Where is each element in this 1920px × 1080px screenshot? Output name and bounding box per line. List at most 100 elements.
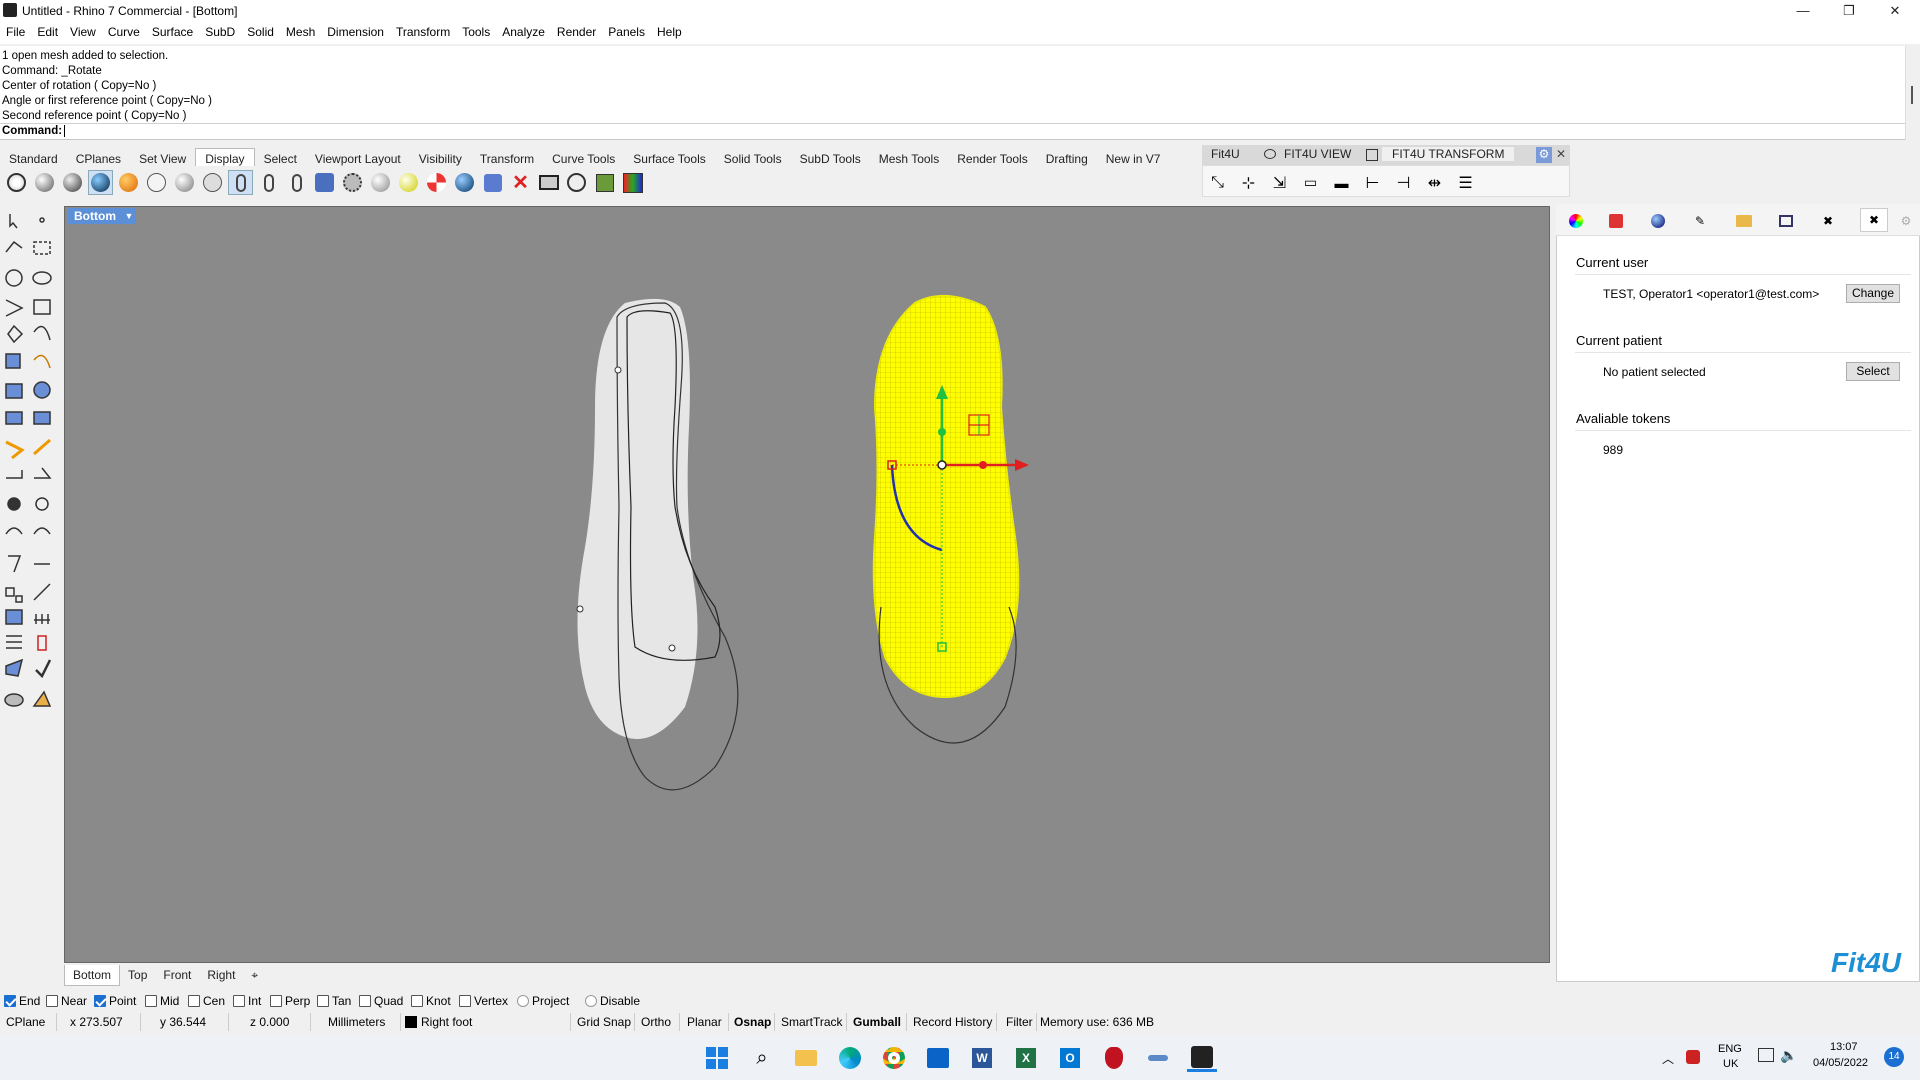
light-icon[interactable] (480, 170, 505, 195)
menu-analyze[interactable]: Analyze (496, 22, 551, 39)
shaded-sphere-icon[interactable] (32, 170, 57, 195)
osnap-tan[interactable]: Tan (317, 994, 351, 1008)
align-left-icon[interactable]: ⊢ (1360, 170, 1385, 195)
display-icon[interactable] (1776, 212, 1796, 230)
technical-icon[interactable] (144, 170, 169, 195)
menu-tools[interactable]: Tools (456, 22, 496, 39)
flip-icon[interactable]: ▬ (1329, 170, 1354, 195)
menu-edit[interactable]: Edit (31, 22, 64, 39)
tab-fit4u-transform[interactable]: FIT4U TRANSFORM (1382, 147, 1515, 161)
osnap-toggle[interactable]: Osnap (734, 1015, 771, 1029)
checkbox[interactable] (233, 995, 245, 1007)
arctic-icon[interactable] (228, 170, 253, 195)
maximize-button[interactable]: ❐ (1826, 0, 1872, 22)
security-app-icon[interactable] (1099, 1044, 1129, 1072)
gear-icon[interactable]: ⚙ (1896, 212, 1916, 230)
environment-icon[interactable] (452, 170, 477, 195)
layers-icon[interactable] (1606, 212, 1626, 230)
monitor-icon[interactable] (1758, 1048, 1774, 1062)
osnap-perp[interactable]: Perp (270, 994, 310, 1008)
osnap-disable[interactable]: Disable (585, 994, 640, 1008)
checkbox[interactable] (585, 995, 597, 1007)
gear-icon[interactable]: ⚙ (1536, 147, 1552, 163)
close-button[interactable]: ✕ (1872, 0, 1918, 22)
clipping-plane-icon[interactable] (424, 170, 449, 195)
viewport-bottom[interactable] (64, 206, 1550, 963)
outlook-mail-icon[interactable]: O (1055, 1044, 1085, 1072)
checkbox[interactable] (359, 995, 371, 1007)
excel-icon[interactable]: X (1011, 1044, 1041, 1072)
add-viewport-tab-icon[interactable]: ⌖ (243, 965, 266, 986)
osnap-knot[interactable]: Knot (411, 994, 451, 1008)
speaker-icon[interactable]: 🔈 (1780, 1047, 1797, 1064)
edge-icon[interactable] (835, 1044, 865, 1072)
units-label[interactable]: Millimeters (328, 1015, 385, 1029)
change-user-button[interactable]: Change (1846, 284, 1900, 303)
outlook-icon[interactable] (923, 1044, 953, 1072)
align-right-icon[interactable]: ⊣ (1391, 170, 1416, 195)
checkbox[interactable] (94, 995, 106, 1007)
mesh-sphere-icon[interactable] (340, 170, 365, 195)
artistic-icon[interactable] (172, 170, 197, 195)
viewport-tab-front[interactable]: Front (155, 965, 199, 985)
record-history-toggle[interactable]: Record History (913, 1015, 992, 1029)
smarttrack-toggle[interactable]: SmartTrack (781, 1015, 843, 1029)
xray-sphere-icon[interactable] (116, 170, 141, 195)
tab-transform[interactable]: Transform (471, 149, 543, 166)
viewport-tab-bottom[interactable]: Bottom (64, 965, 121, 986)
menu-surface[interactable]: Surface (146, 22, 199, 39)
tab-new-in-v7[interactable]: New in V7 (1097, 149, 1170, 166)
search-icon[interactable]: ⌕ (747, 1044, 777, 1072)
menu-curve[interactable]: Curve (102, 22, 146, 39)
file-explorer-icon[interactable] (791, 1044, 821, 1072)
menu-panels[interactable]: Panels (602, 22, 651, 39)
tab-viewport-layout[interactable]: Viewport Layout (306, 149, 410, 166)
osnap-vertex[interactable]: Vertex (459, 994, 508, 1008)
tab-solid-tools[interactable]: Solid Tools (715, 149, 791, 166)
tab-mesh-tools[interactable]: Mesh Tools (870, 149, 948, 166)
materials-icon[interactable] (1648, 212, 1668, 230)
checkbox[interactable] (411, 995, 423, 1007)
menu-mesh[interactable]: Mesh (280, 22, 321, 39)
material-sphere-icon[interactable] (368, 170, 393, 195)
osnap-point[interactable]: Point (94, 994, 136, 1008)
menu-solid[interactable]: Solid (241, 22, 280, 39)
menu-view[interactable]: View (64, 22, 102, 39)
checkbox[interactable] (517, 995, 529, 1007)
move-axis-icon[interactable]: ⊹ (1236, 170, 1261, 195)
current-layer[interactable]: Right foot (421, 1015, 472, 1029)
pen-icon[interactable] (200, 170, 225, 195)
planar-toggle[interactable]: Planar (687, 1015, 722, 1029)
plugin-icon[interactable]: ✖ (1818, 212, 1838, 230)
history-scrollbar[interactable] (1905, 46, 1920, 140)
ghosted-sphere-icon[interactable] (88, 170, 113, 195)
keyboard-layout[interactable]: UK (1723, 1058, 1738, 1070)
tab-set-view[interactable]: Set View (130, 149, 195, 166)
select-patient-button[interactable]: Select (1846, 362, 1900, 381)
tab-standard[interactable]: Standard (0, 149, 67, 166)
monitor-icon[interactable] (536, 170, 561, 195)
menu-render[interactable]: Render (551, 22, 602, 39)
checkbox[interactable] (46, 995, 58, 1007)
tab-fit4u[interactable]: Fit4U (1211, 147, 1240, 161)
osnap-cen[interactable]: Cen (188, 994, 225, 1008)
viewport-tab-right[interactable]: Right (199, 965, 243, 985)
brush-icon[interactable]: ✎ (1690, 212, 1710, 230)
fit4u-panel-icon[interactable]: ✖ (1860, 208, 1888, 232)
osnap-near[interactable]: Near (46, 994, 87, 1008)
tab-select[interactable]: Select (255, 149, 306, 166)
menu-subd[interactable]: SubD (199, 22, 241, 39)
tab-render-tools[interactable]: Render Tools (948, 149, 1037, 166)
word-icon[interactable]: W (967, 1044, 997, 1072)
multi-view-icon[interactable] (592, 170, 617, 195)
tab-subd-tools[interactable]: SubD Tools (791, 149, 870, 166)
osnap-mid[interactable]: Mid (145, 994, 179, 1008)
notification-badge[interactable]: 14 (1884, 1047, 1904, 1067)
cplane-label[interactable]: CPlane (6, 1015, 45, 1029)
chrome-icon[interactable] (879, 1044, 909, 1072)
checkbox[interactable] (270, 995, 282, 1007)
left-toolbar-icons[interactable] (0, 208, 60, 720)
command-history[interactable]: 1 open mesh added to selection. Command:… (0, 46, 1905, 124)
tab-drafting[interactable]: Drafting (1037, 149, 1097, 166)
menu-help[interactable]: Help (651, 22, 688, 39)
